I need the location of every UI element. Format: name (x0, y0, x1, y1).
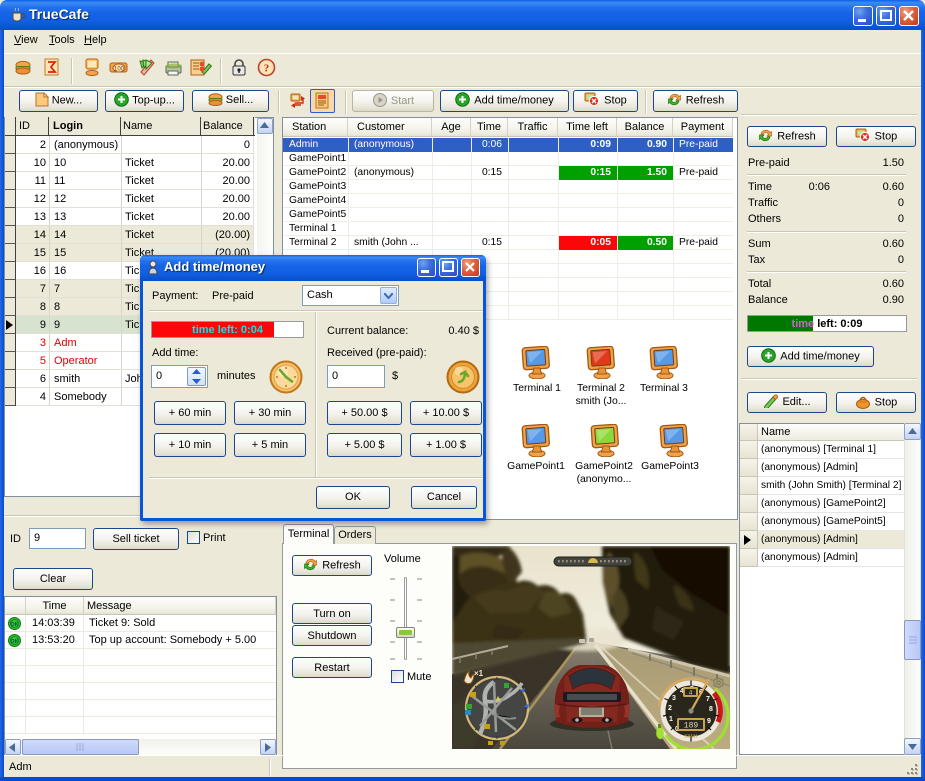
svg-text:3: 3 (672, 695, 676, 702)
svg-text:KM/H: KM/H (685, 734, 698, 740)
svg-text:7: 7 (706, 696, 710, 703)
svg-text:1: 1 (669, 716, 673, 723)
svg-text:8: 8 (709, 706, 713, 713)
svg-text:OK: OK (10, 622, 18, 628)
svg-text:9: 9 (707, 718, 711, 725)
svg-text:?: ? (264, 63, 270, 75)
svg-text:100: 100 (114, 67, 125, 73)
svg-text:OK: OK (10, 639, 18, 645)
svg-text:4: 4 (689, 690, 693, 697)
svg-text:189: 189 (684, 722, 699, 731)
svg-text:2: 2 (668, 705, 672, 712)
svg-text:×1: ×1 (474, 669, 484, 678)
